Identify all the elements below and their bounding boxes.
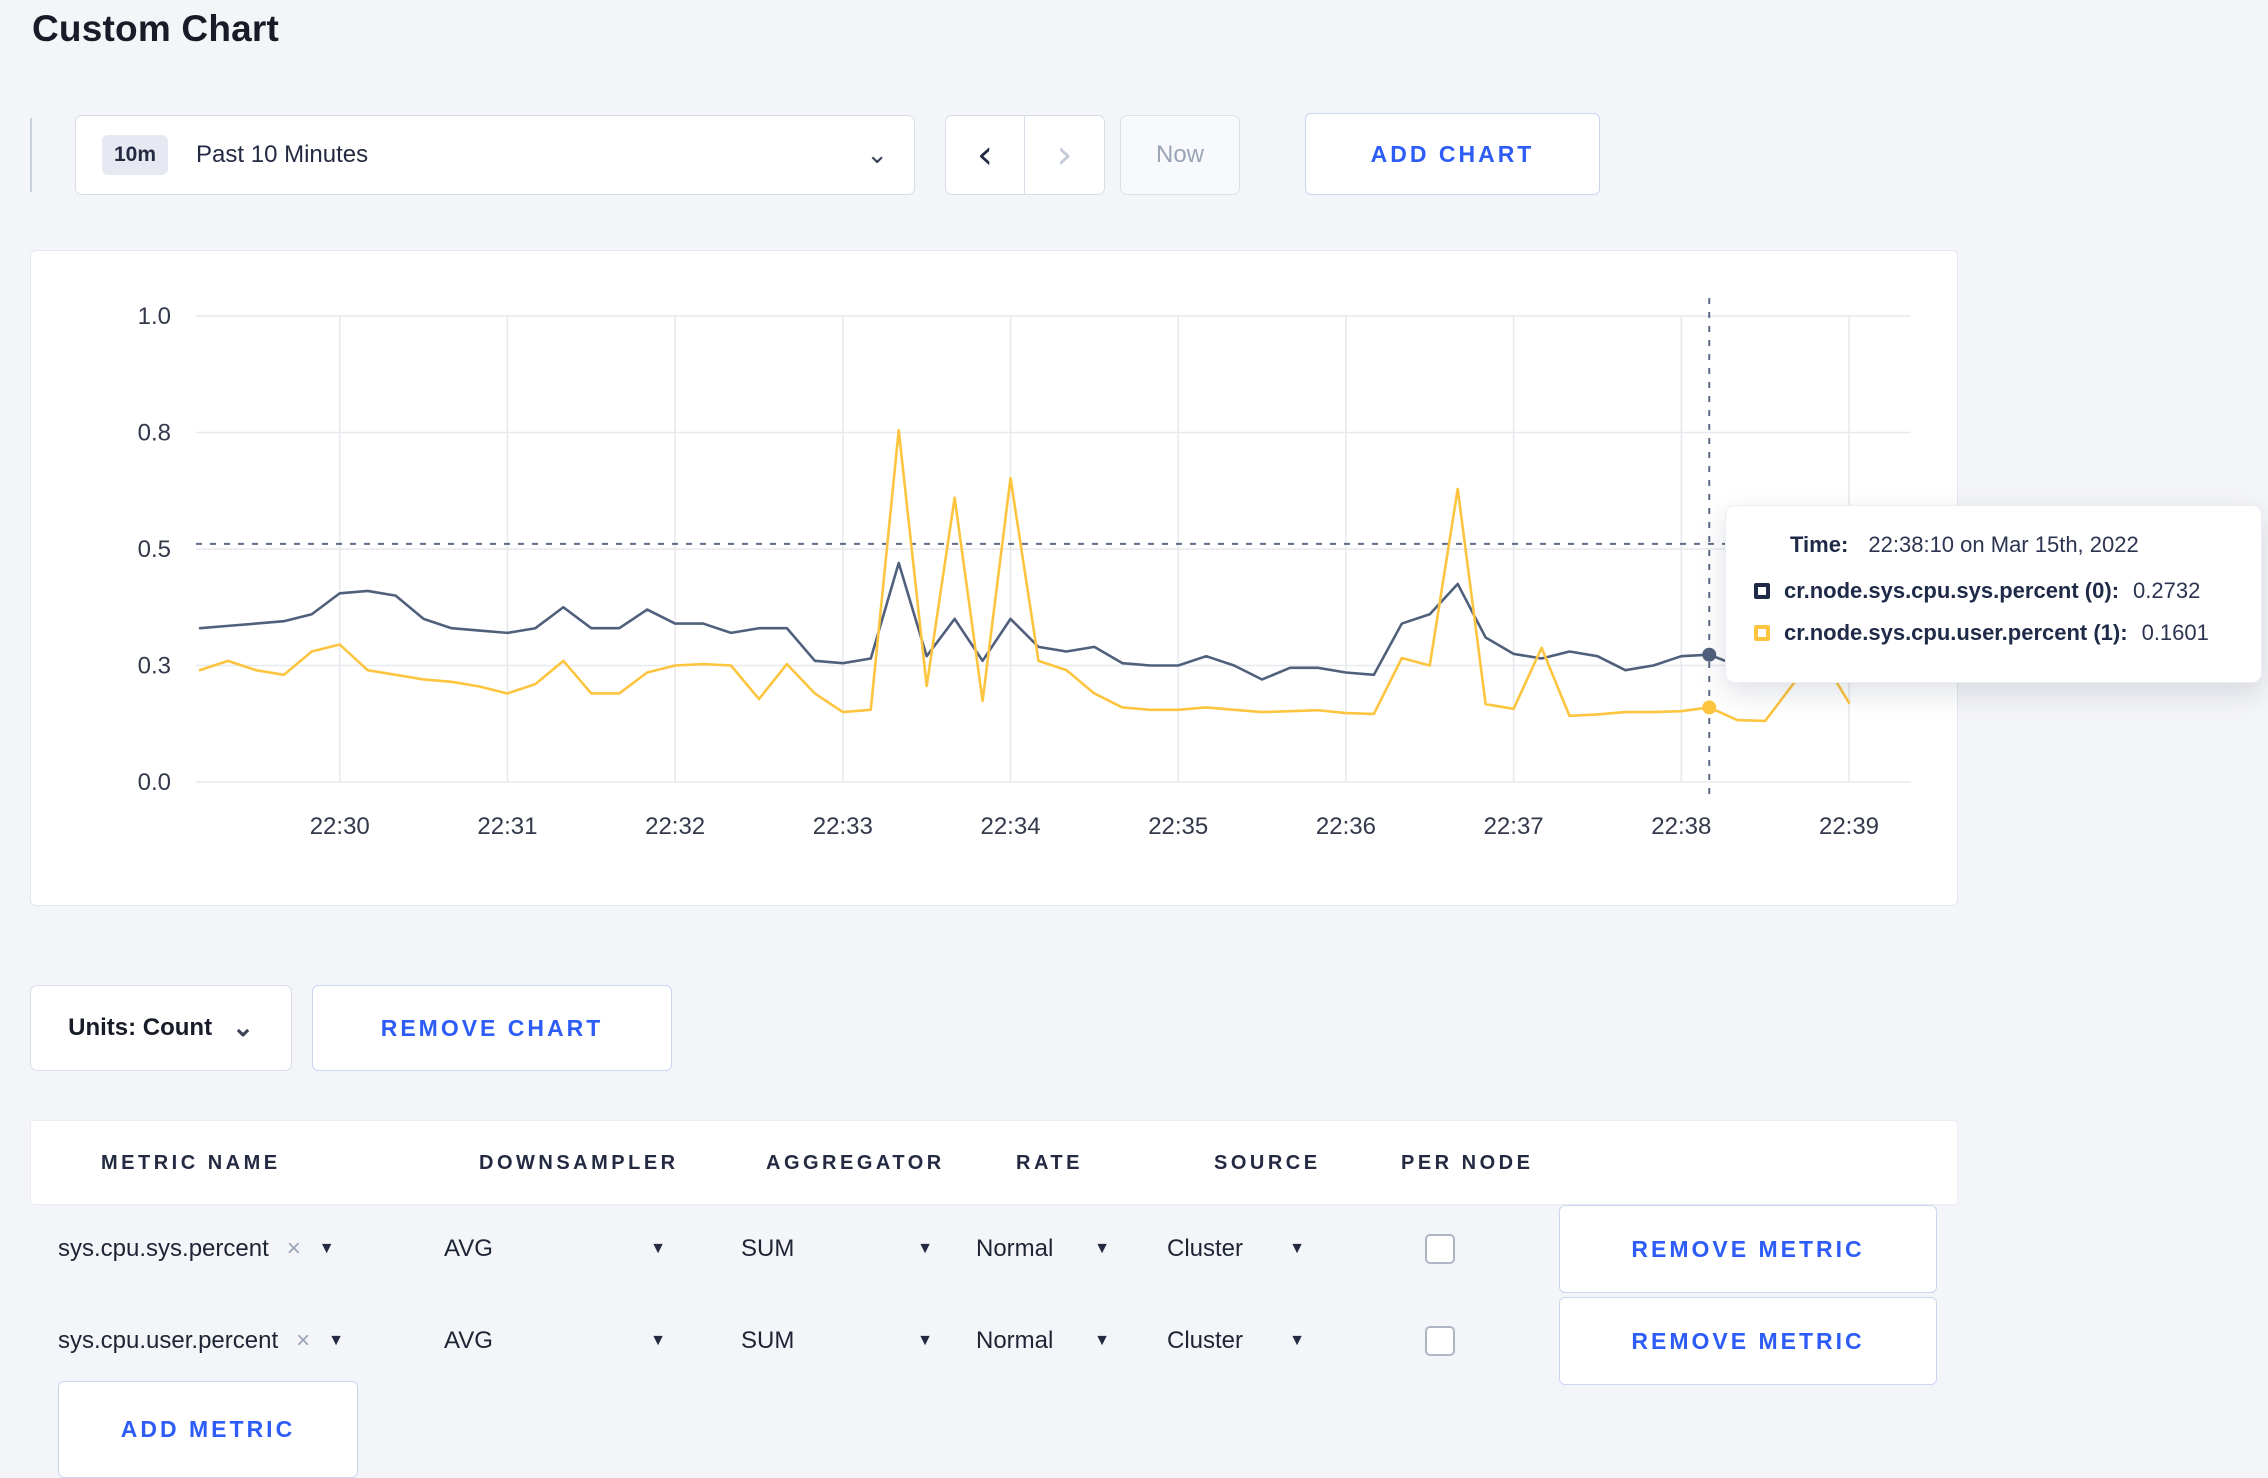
per-node-cell (1425, 1295, 1455, 1387)
column-header-rate: RATE (1016, 1152, 1083, 1174)
metric-name-value: sys.cpu.user.percent (58, 1327, 279, 1354)
svg-text:22:32: 22:32 (645, 813, 705, 840)
metric-row: sys.cpu.user.percent × ▼ AVG ▼ SUM ▼ Nor… (30, 1295, 1958, 1387)
svg-text:0.8: 0.8 (138, 420, 171, 447)
svg-text:0.0: 0.0 (138, 769, 171, 796)
time-range-label: Past 10 Minutes (196, 141, 369, 168)
aggregator-select[interactable]: SUM ▼ (741, 1203, 933, 1295)
svg-text:22:38: 22:38 (1651, 813, 1711, 840)
chart-card: 0.0 0.3 0.5 0.8 1.0 22:30 22:31 22:32 22:33 22:34… (30, 250, 1958, 906)
next-range-button[interactable]: › (1025, 115, 1105, 195)
rate-select[interactable]: Normal ▼ (976, 1203, 1110, 1295)
caret-down-icon: ▼ (650, 1332, 666, 1349)
svg-text:22:37: 22:37 (1484, 813, 1544, 840)
caret-down-icon: ▼ (917, 1240, 933, 1257)
downsampler-value: AVG (444, 1327, 493, 1354)
column-header-downsampler: DOWNSAMPLER (479, 1152, 679, 1174)
tooltip-time: Time: 22:38:10 on Mar 15th, 2022 (1754, 532, 2233, 558)
downsampler-value: AVG (444, 1235, 493, 1262)
svg-text:22:36: 22:36 (1316, 813, 1376, 840)
clear-metric-icon[interactable]: × (287, 1235, 301, 1263)
svg-text:22:30: 22:30 (310, 813, 370, 840)
caret-down-icon: ▼ (650, 1240, 666, 1257)
tooltip-series-value: 0.2732 (2133, 578, 2201, 603)
cpu-line-chart[interactable]: 0.0 0.3 0.5 0.8 1.0 22:30 22:31 22:32 22:33 22:34… (31, 251, 1959, 905)
caret-down-icon: ▼ (318, 1240, 335, 1257)
remove-metric-button[interactable]: REMOVE METRIC (1559, 1297, 1937, 1385)
metric-name-value: sys.cpu.sys.percent (58, 1235, 269, 1262)
metric-name-select[interactable]: sys.cpu.user.percent × ▼ (58, 1295, 344, 1387)
svg-text:22:33: 22:33 (813, 813, 873, 840)
source-value: Cluster (1167, 1327, 1244, 1354)
tooltip-series-name: cr.node.sys.cpu.user.percent (1): (1784, 620, 2128, 645)
source-select[interactable]: Cluster ▼ (1167, 1203, 1305, 1295)
downsampler-select[interactable]: AVG ▼ (444, 1203, 666, 1295)
chart-tooltip: Time: 22:38:10 on Mar 15th, 2022 cr.node… (1725, 505, 2262, 683)
source-value: Cluster (1167, 1235, 1244, 1262)
add-metric-button[interactable]: ADD METRIC (58, 1381, 358, 1478)
svg-text:22:34: 22:34 (980, 813, 1040, 840)
aggregator-value: SUM (741, 1327, 795, 1354)
column-header-source: SOURCE (1214, 1152, 1321, 1174)
metric-row: sys.cpu.sys.percent × ▼ AVG ▼ SUM ▼ Norm… (30, 1203, 1958, 1295)
units-dropdown[interactable]: Units: Count ⌄ (30, 985, 292, 1071)
tooltip-series-row: cr.node.sys.cpu.sys.percent (0): 0.2732 (1754, 578, 2233, 604)
per-node-checkbox[interactable] (1425, 1234, 1455, 1264)
per-node-cell (1425, 1203, 1455, 1295)
time-range-dropdown[interactable]: 10m Past 10 Minutes ⌄ (75, 115, 915, 195)
column-header-metric-name: METRIC NAME (101, 1152, 281, 1174)
time-nav-group: ‹ › (945, 115, 1105, 195)
source-select[interactable]: Cluster ▼ (1167, 1295, 1305, 1387)
tooltip-series-name: cr.node.sys.cpu.sys.percent (0): (1784, 578, 2120, 603)
metrics-table-header: METRIC NAME DOWNSAMPLER AGGREGATOR RATE … (30, 1120, 1958, 1205)
tooltip-time-value: 22:38:10 on Mar 15th, 2022 (1868, 532, 2139, 557)
aggregator-value: SUM (741, 1235, 795, 1262)
caret-down-icon: ▼ (1289, 1240, 1305, 1257)
remove-chart-button[interactable]: REMOVE CHART (312, 985, 672, 1071)
remove-metric-button[interactable]: REMOVE METRIC (1559, 1205, 1937, 1293)
caret-down-icon: ▼ (1094, 1332, 1110, 1349)
column-header-aggregator: AGGREGATOR (766, 1152, 945, 1174)
svg-text:22:39: 22:39 (1819, 813, 1879, 840)
units-label: Units: Count (68, 1014, 213, 1041)
clear-metric-icon[interactable]: × (296, 1327, 310, 1355)
page-title: Custom Chart (32, 8, 280, 49)
caret-down-icon: ▼ (328, 1332, 344, 1349)
svg-text:0.3: 0.3 (138, 653, 171, 680)
chevron-down-icon: ⌄ (866, 139, 888, 170)
per-node-checkbox[interactable] (1425, 1326, 1455, 1356)
downsampler-select[interactable]: AVG ▼ (444, 1295, 666, 1387)
aggregator-select[interactable]: SUM ▼ (741, 1295, 933, 1387)
rate-value: Normal (976, 1327, 1054, 1354)
tooltip-series-row: cr.node.sys.cpu.user.percent (1): 0.1601 (1754, 620, 2233, 646)
add-chart-button[interactable]: ADD CHART (1305, 113, 1600, 195)
tooltip-series-value: 0.1601 (2141, 620, 2209, 645)
time-range-badge: 10m (102, 135, 169, 175)
user-series-swatch-icon (1754, 625, 1770, 641)
chevron-down-icon: ⌄ (232, 1012, 254, 1043)
svg-text:0.5: 0.5 (138, 536, 171, 563)
svg-text:22:31: 22:31 (477, 813, 537, 840)
sys-series-swatch-icon (1754, 583, 1770, 599)
tooltip-time-label: Time: (1790, 532, 1849, 557)
rate-value: Normal (976, 1235, 1054, 1262)
column-header-per-node: PER NODE (1401, 1152, 1534, 1174)
svg-text:22:35: 22:35 (1148, 813, 1208, 840)
metric-name-select[interactable]: sys.cpu.sys.percent × ▼ (58, 1203, 335, 1295)
toolbar-divider (30, 118, 32, 192)
rate-select[interactable]: Normal ▼ (976, 1295, 1110, 1387)
caret-down-icon: ▼ (1289, 1332, 1305, 1349)
caret-down-icon: ▼ (917, 1332, 933, 1349)
now-button[interactable]: Now (1120, 115, 1240, 195)
caret-down-icon: ▼ (1094, 1240, 1110, 1257)
custom-chart-page: Custom Chart 10m Past 10 Minutes ⌄ ‹ › N… (0, 0, 2268, 1478)
svg-text:1.0: 1.0 (138, 303, 171, 330)
previous-range-button[interactable]: ‹ (945, 115, 1025, 195)
